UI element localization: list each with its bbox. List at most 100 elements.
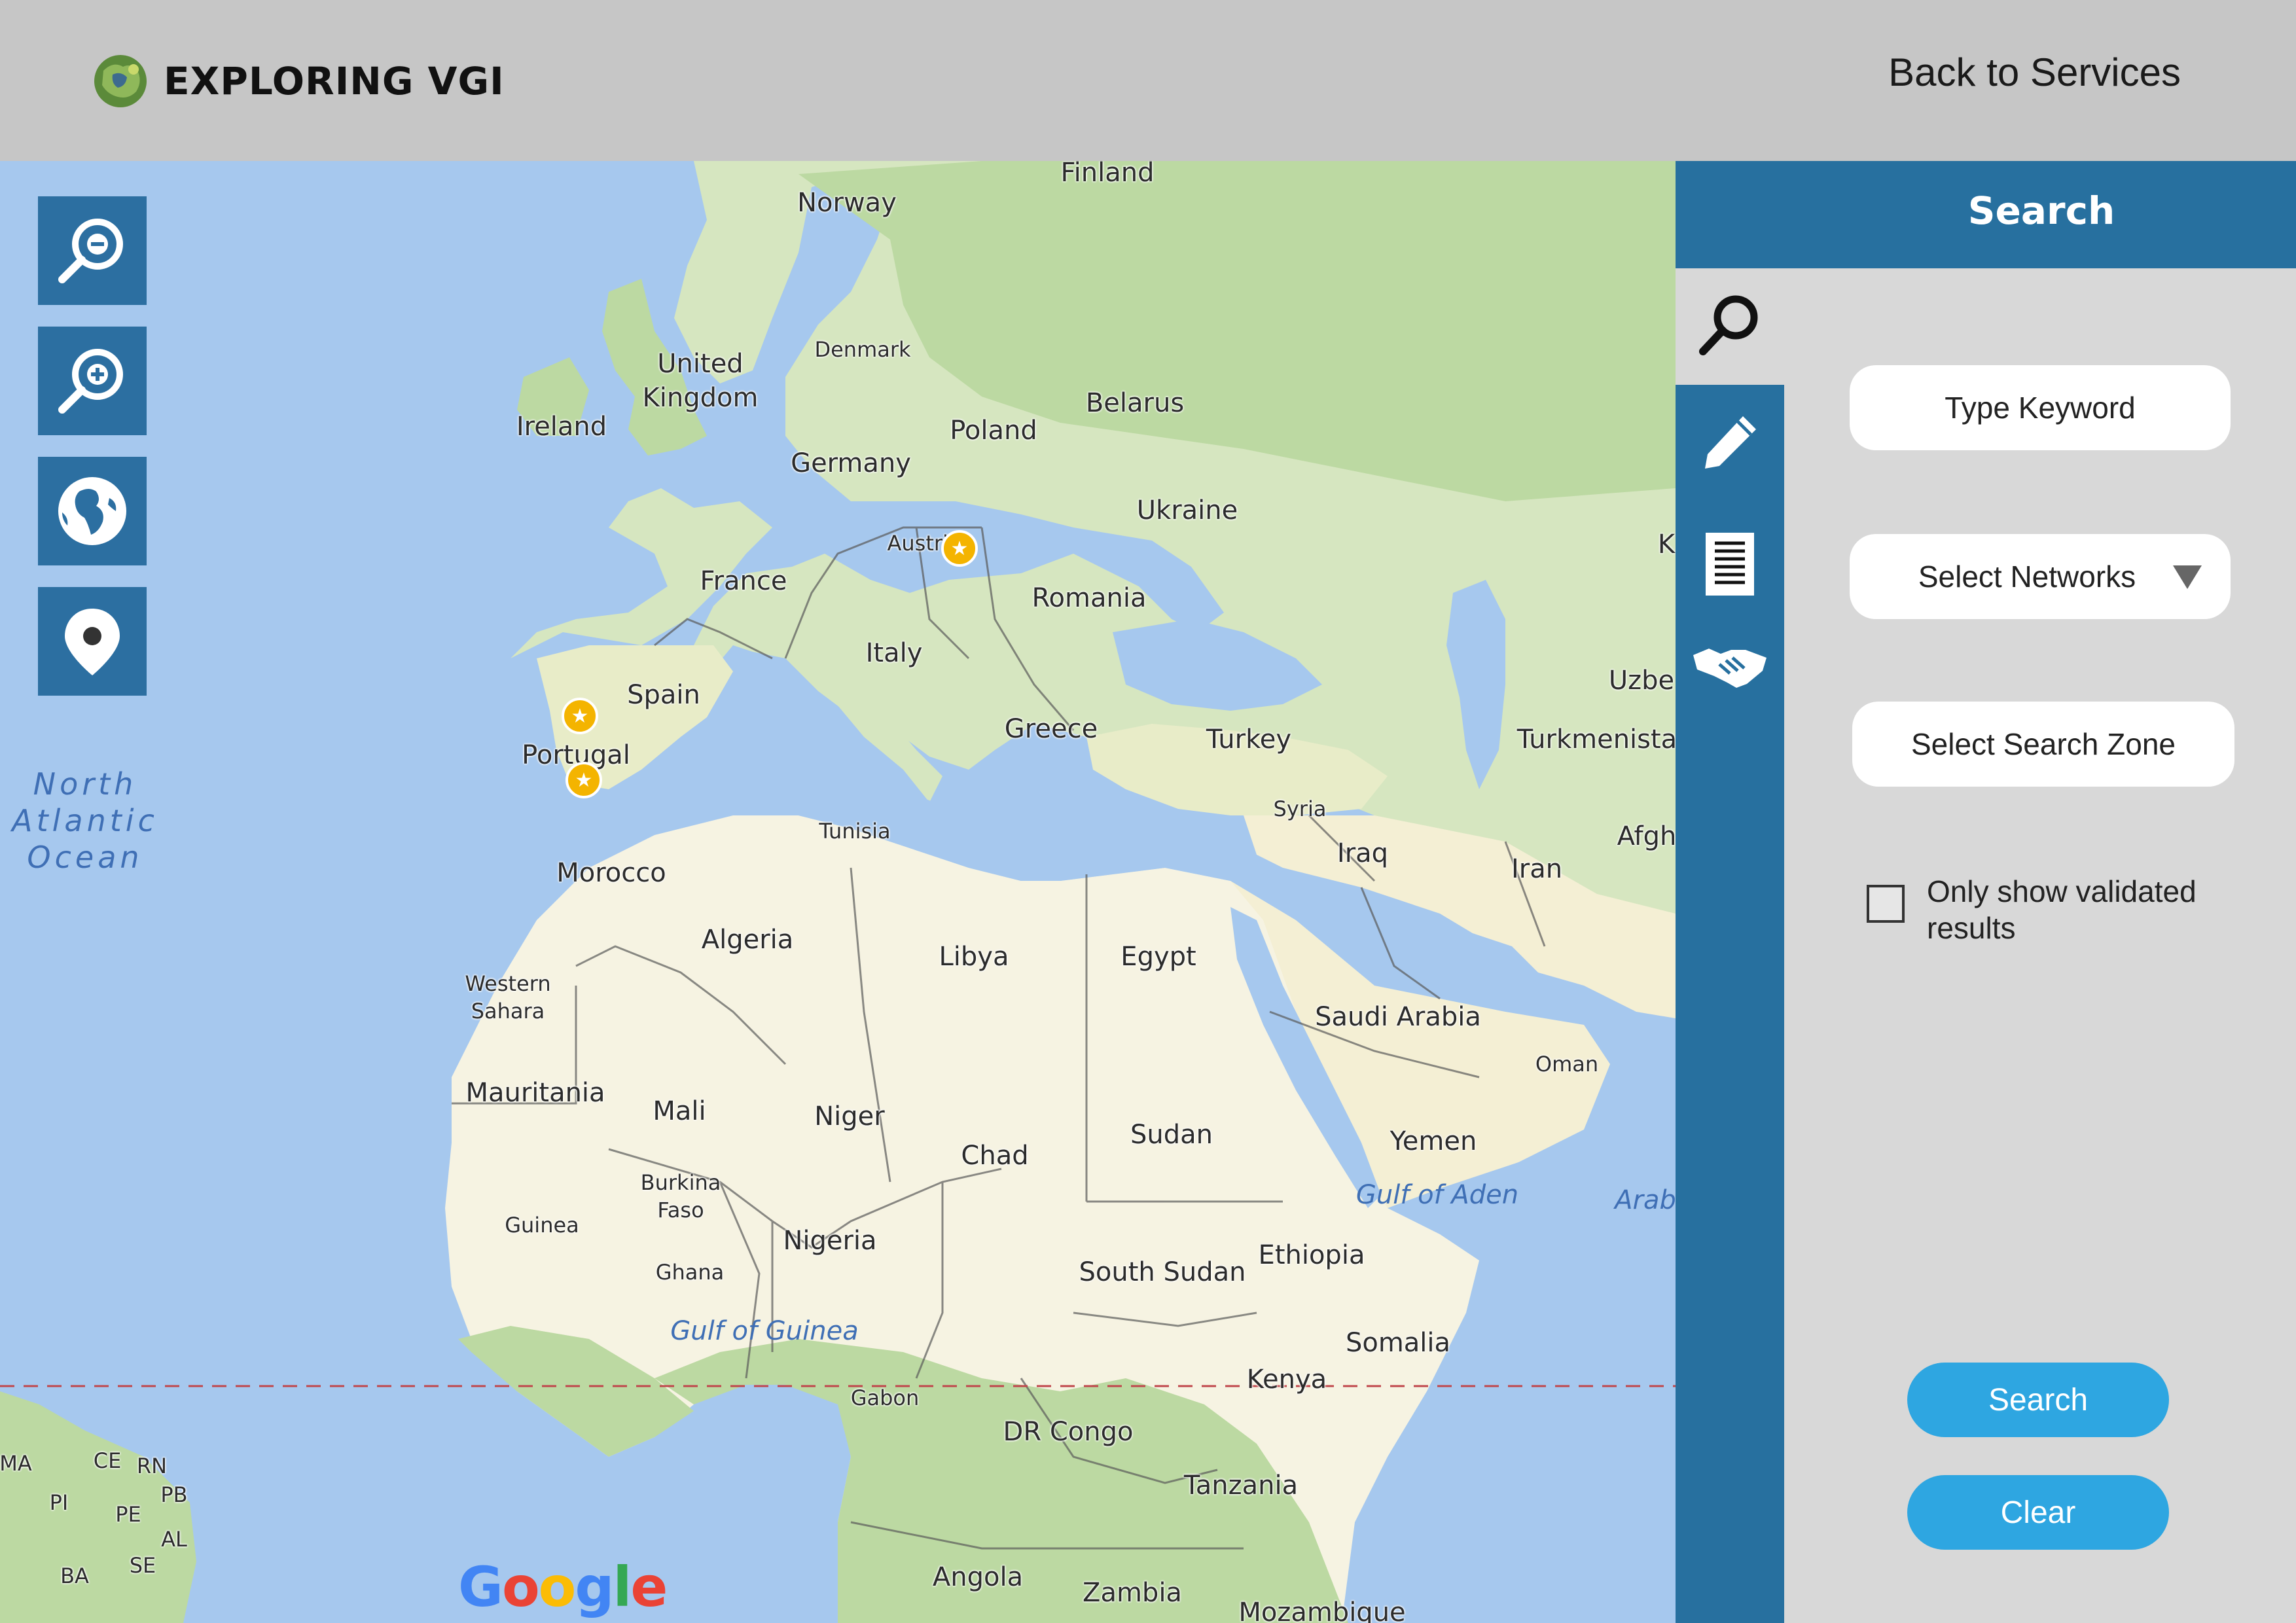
validated-checkbox[interactable] — [1867, 885, 1905, 923]
map-marker[interactable]: ★ — [565, 762, 602, 798]
label-rn: RN — [136, 1454, 168, 1478]
zoom-in-button[interactable] — [38, 327, 147, 435]
label-mauritania: Mauritania — [465, 1078, 605, 1108]
label-north-atlantic-ocean: North Atlantic Ocean — [12, 766, 158, 875]
locate-button[interactable] — [38, 587, 147, 696]
label-nigeria: Nigeria — [783, 1226, 877, 1256]
label-western-sahara: Western Sahara — [465, 971, 551, 1024]
label-egypt: Egypt — [1121, 942, 1196, 972]
keyword-field[interactable] — [1850, 365, 2231, 450]
label-yemen: Yemen — [1390, 1126, 1477, 1156]
label-gulf-of-aden: Gulf of Aden — [1355, 1180, 1519, 1210]
map-marker[interactable]: ★ — [562, 698, 598, 734]
label-poland: Poland — [950, 416, 1037, 446]
label-ireland: Ireland — [516, 412, 607, 442]
tab-search[interactable] — [1691, 287, 1769, 365]
label-burkina-faso: Burkina Faso — [640, 1170, 721, 1222]
pencil-icon — [1705, 416, 1756, 469]
label-belarus: Belarus — [1085, 388, 1185, 418]
globe-icon — [58, 477, 126, 545]
google-attribution-logo: Google — [458, 1555, 668, 1619]
label-tanzania: Tanzania — [1183, 1471, 1299, 1501]
label-mali: Mali — [653, 1096, 706, 1126]
tab-document[interactable] — [1691, 525, 1769, 603]
label-germany: Germany — [791, 448, 911, 478]
search-zone-label: Select Search Zone — [1910, 727, 2176, 761]
label-turkmenistan: Turkmenista — [1516, 724, 1676, 755]
map-marker[interactable]: ★ — [941, 530, 978, 567]
label-pb: PB — [160, 1482, 188, 1507]
tab-partners[interactable] — [1691, 626, 1769, 704]
dropdown-arrow-icon — [2173, 565, 2202, 589]
label-iran: Iran — [1511, 854, 1563, 884]
label-algeria: Algeria — [701, 925, 794, 955]
label-se: SE — [129, 1553, 156, 1578]
label-guinea: Guinea — [505, 1213, 579, 1238]
label-gulf-of-guinea: Gulf of Guinea — [670, 1316, 859, 1346]
networks-select-label: Select Networks — [1918, 560, 2136, 594]
label-south-sudan: South Sudan — [1079, 1257, 1246, 1287]
label-ghana: Ghana — [655, 1260, 725, 1285]
world-view-button[interactable] — [38, 457, 147, 565]
land-south-america — [0, 1391, 196, 1623]
map-toolbar — [38, 196, 147, 717]
label-oman: Oman — [1535, 1052, 1599, 1077]
globe-logo-icon — [94, 55, 147, 107]
search-button[interactable]: Search — [1907, 1363, 2169, 1437]
label-finland: Finland — [1060, 161, 1155, 188]
label-arabian-sea: Arab — [1615, 1185, 1676, 1215]
label-italy: Italy — [865, 638, 923, 668]
label-denmark: Denmark — [814, 337, 911, 362]
label-ukraine: Ukraine — [1136, 495, 1238, 526]
document-icon — [1706, 533, 1754, 596]
zoom-in-icon — [58, 349, 123, 414]
label-romania: Romania — [1031, 583, 1147, 613]
label-united-kingdom: United Kingdom — [642, 349, 759, 413]
logo-text: EXPLORING VGI — [164, 59, 505, 103]
label-uzbekistan: Uzbe — [1608, 666, 1675, 696]
handshake-icon — [1693, 649, 1767, 688]
label-zambia: Zambia — [1083, 1578, 1182, 1608]
search-zone-button[interactable]: Select Search Zone — [1852, 702, 2234, 787]
label-pi: PI — [49, 1490, 69, 1515]
validated-checkbox-label: Only show validated results — [1927, 874, 2197, 945]
label-ba: BA — [60, 1563, 89, 1588]
keyword-input[interactable] — [1850, 389, 2231, 426]
tab-edit[interactable] — [1691, 403, 1769, 482]
label-morocco: Morocco — [556, 858, 666, 888]
map-basemap — [0, 161, 1676, 1623]
zoom-out-icon — [58, 219, 123, 283]
back-to-services-link[interactable]: Back to Services — [1888, 50, 2181, 95]
label-al: AL — [161, 1527, 187, 1552]
label-france: France — [700, 566, 787, 596]
label-libya: Libya — [939, 942, 1009, 972]
label-chad: Chad — [961, 1141, 1029, 1171]
clear-button[interactable]: Clear — [1907, 1475, 2169, 1550]
label-gabon: Gabon — [850, 1385, 920, 1410]
app-logo[interactable]: EXPLORING VGI — [90, 51, 505, 111]
label-kazakhstan: K — [1657, 529, 1676, 560]
label-afghanistan: Afgh — [1617, 821, 1676, 851]
label-tunisia: Tunisia — [819, 819, 891, 844]
label-sudan: Sudan — [1130, 1120, 1213, 1150]
top-bar: EXPLORING VGI Back to Services — [0, 0, 2296, 161]
zoom-out-button[interactable] — [38, 196, 147, 305]
label-niger: Niger — [814, 1101, 885, 1132]
label-kenya: Kenya — [1246, 1364, 1327, 1395]
map-view[interactable]: Finland Norway Denmark United Kingdom Ir… — [0, 161, 1676, 1623]
search-icon — [1699, 295, 1758, 355]
label-iraq: Iraq — [1336, 838, 1389, 868]
location-pin-icon — [65, 609, 120, 675]
label-ce: CE — [93, 1448, 122, 1473]
label-ethiopia: Ethiopia — [1258, 1240, 1365, 1270]
label-syria: Syria — [1273, 796, 1327, 821]
label-dr-congo: DR Congo — [1003, 1417, 1134, 1447]
label-mozambique: Mozambique — [1238, 1597, 1406, 1623]
label-pe: PE — [115, 1502, 141, 1527]
label-saudi-arabia: Saudi Arabia — [1315, 1002, 1481, 1032]
panel-tab-bar — [1676, 161, 1784, 1623]
label-ma: MA — [0, 1451, 32, 1476]
label-angola: Angola — [932, 1562, 1024, 1592]
label-spain: Spain — [627, 680, 700, 710]
networks-select[interactable]: Select Networks — [1850, 534, 2231, 619]
